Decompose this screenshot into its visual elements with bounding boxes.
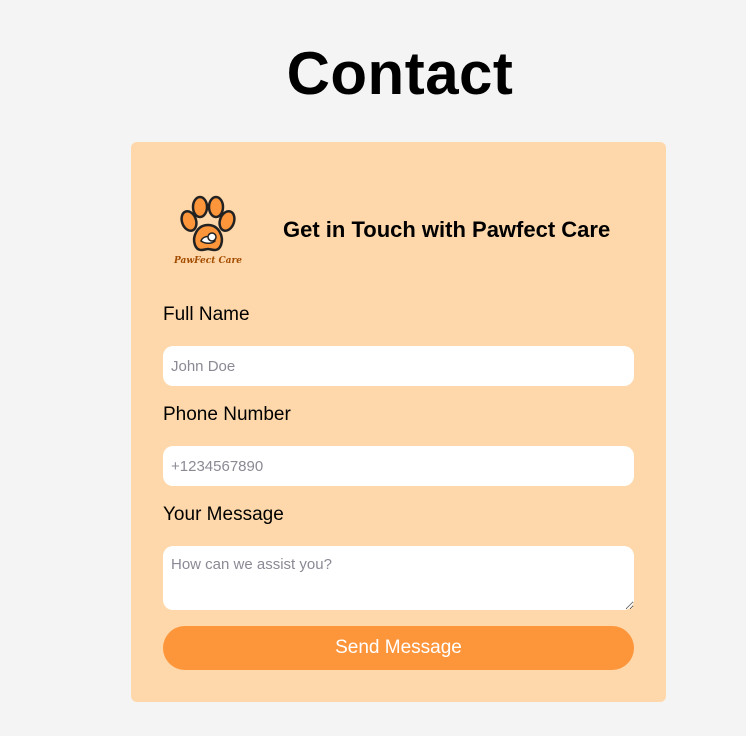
phone-number-label: Phone Number — [163, 404, 291, 425]
phone-number-input[interactable] — [163, 446, 634, 486]
full-name-label: Full Name — [163, 304, 250, 325]
page-title: Contact — [286, 40, 514, 107]
contact-page: Contact PawFect Care Get in Touch with P… — [0, 0, 746, 736]
card-header: PawFect Care Get in Touch with Pawfect C… — [163, 186, 634, 274]
pawfect-care-logo: PawFect Care — [163, 189, 253, 271]
message-label: Your Message — [163, 504, 284, 525]
send-message-button[interactable]: Send Message — [163, 626, 634, 670]
paw-print-icon — [180, 195, 236, 251]
full-name-input[interactable] — [163, 346, 634, 386]
card-heading: Get in Touch with Pawfect Care — [283, 217, 611, 242]
contact-card: PawFect Care Get in Touch with Pawfect C… — [131, 142, 666, 702]
message-textarea[interactable] — [163, 546, 634, 610]
logo-text: PawFect Care — [174, 255, 242, 266]
